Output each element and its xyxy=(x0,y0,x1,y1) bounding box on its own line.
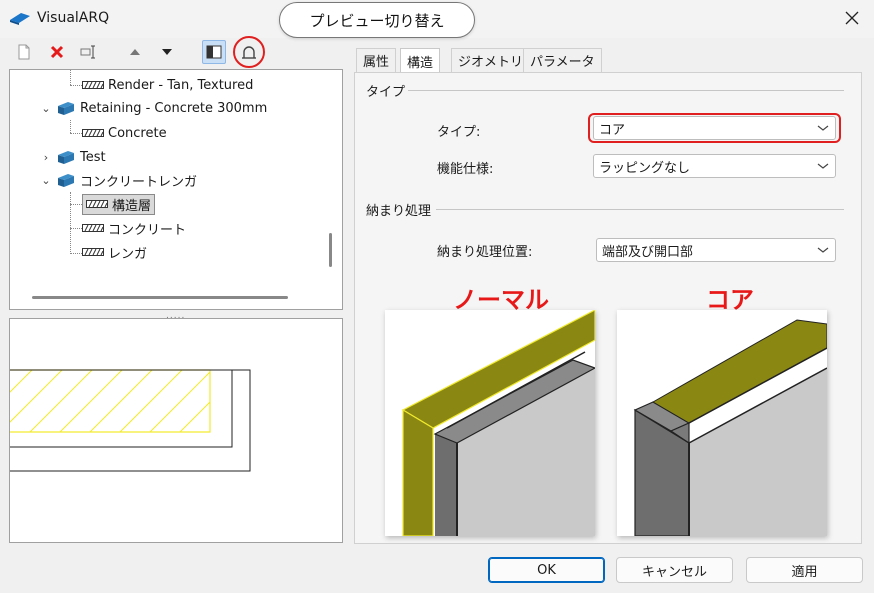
tree-item[interactable]: Concrete xyxy=(82,122,167,144)
tree-item[interactable]: コンクリート xyxy=(82,217,186,239)
wall-plan-drawing xyxy=(10,369,251,472)
section-divider xyxy=(408,90,844,91)
new-style-icon xyxy=(18,44,30,60)
window-title: VisualARQ xyxy=(37,10,110,26)
function-select-value: ラッピングなし xyxy=(599,160,691,176)
tree-item[interactable]: ⌄ Retaining - Concrete 300mm xyxy=(40,97,267,119)
tab-attributes[interactable]: 属性 xyxy=(356,48,397,72)
tree-item-label: レンガ xyxy=(108,246,148,262)
vertical-scrollbar[interactable] xyxy=(329,233,332,267)
function-select[interactable]: ラッピングなし xyxy=(593,154,836,178)
preview-toggle-button[interactable] xyxy=(202,40,226,64)
chevron-down-icon xyxy=(817,163,829,169)
move-up-button[interactable] xyxy=(123,40,147,64)
preview-switch-highlight xyxy=(233,36,265,68)
normal-wall-illustration xyxy=(385,310,595,536)
style-tree[interactable]: Render - Tan, Textured ⌄ Retaining - Con… xyxy=(9,69,343,310)
cancel-button[interactable]: キャンセル xyxy=(616,557,733,583)
ok-button[interactable]: OK xyxy=(488,557,605,583)
delete-icon xyxy=(50,45,64,59)
move-down-button[interactable] xyxy=(155,40,179,64)
tab-geometry[interactable]: ジオメトリ xyxy=(451,48,531,72)
core-wall-illustration xyxy=(617,310,827,536)
function-label: 機能仕様: xyxy=(437,162,494,177)
finish-section-title: 納まり処理 xyxy=(366,204,432,219)
chevron-down-icon xyxy=(817,247,829,253)
tree-item[interactable]: › Test xyxy=(40,146,106,168)
normal-example-image xyxy=(385,310,595,536)
type-highlight xyxy=(588,113,841,143)
tree-item-label: コンクリートレンガ xyxy=(80,174,198,190)
position-select[interactable]: 端部及び開口部 xyxy=(596,238,836,262)
rename-icon xyxy=(80,45,95,59)
chevron-right-icon[interactable]: › xyxy=(40,151,52,164)
layer-hatch-icon xyxy=(82,224,104,232)
chevron-down-icon[interactable]: ⌄ xyxy=(40,102,52,115)
delete-button[interactable] xyxy=(45,40,69,64)
type-section-title: タイプ xyxy=(366,85,406,100)
wall-style-icon xyxy=(58,102,74,115)
selected-highlight: 構造層 xyxy=(82,193,156,215)
tree-item-label: Render - Tan, Textured xyxy=(108,77,254,93)
core-example-image xyxy=(617,310,827,536)
tab-structure[interactable]: 構造 xyxy=(400,48,441,73)
new-style-button[interactable] xyxy=(12,40,36,64)
wall-style-icon xyxy=(58,151,74,164)
preview-toggle-icon xyxy=(206,45,222,59)
layer-hatch-icon xyxy=(82,248,104,256)
tree-item[interactable]: ⌄ コンクリートレンガ xyxy=(40,169,197,191)
close-button[interactable] xyxy=(836,4,868,32)
preview-switch-callout: プレビュー切り替え xyxy=(279,2,475,38)
position-label: 納まり処理位置: xyxy=(437,245,533,260)
tree-item[interactable]: Render - Tan, Textured xyxy=(82,74,253,96)
chevron-down-icon[interactable]: ⌄ xyxy=(40,174,52,187)
layer-hatch-icon xyxy=(82,129,104,137)
type-label: タイプ: xyxy=(437,125,481,140)
tab-parameters[interactable]: パラメータ xyxy=(523,48,602,72)
layer-hatch-icon xyxy=(82,81,104,89)
move-down-icon xyxy=(162,49,172,55)
plan-preview xyxy=(9,318,343,543)
close-icon xyxy=(845,11,859,25)
tree-item-label: Test xyxy=(80,149,106,165)
layer-hatch-icon xyxy=(86,200,108,208)
tree-item-label: Retaining - Concrete 300mm xyxy=(80,100,268,116)
tree-item-label: 構造層 xyxy=(112,198,152,214)
wall-style-icon xyxy=(58,174,74,187)
visualarq-logo-icon xyxy=(10,13,30,25)
rename-button[interactable] xyxy=(77,40,101,64)
tree-item-label: コンクリート xyxy=(108,222,187,238)
apply-button[interactable]: 適用 xyxy=(746,557,863,583)
horizontal-scrollbar[interactable] xyxy=(32,296,288,299)
tree-item[interactable]: レンガ xyxy=(82,241,147,263)
move-up-icon xyxy=(130,49,140,55)
tree-item-selected[interactable]: 構造層 xyxy=(82,193,156,215)
position-select-value: 端部及び開口部 xyxy=(602,244,694,260)
tree-item-label: Concrete xyxy=(108,125,167,141)
section-divider xyxy=(436,209,844,210)
